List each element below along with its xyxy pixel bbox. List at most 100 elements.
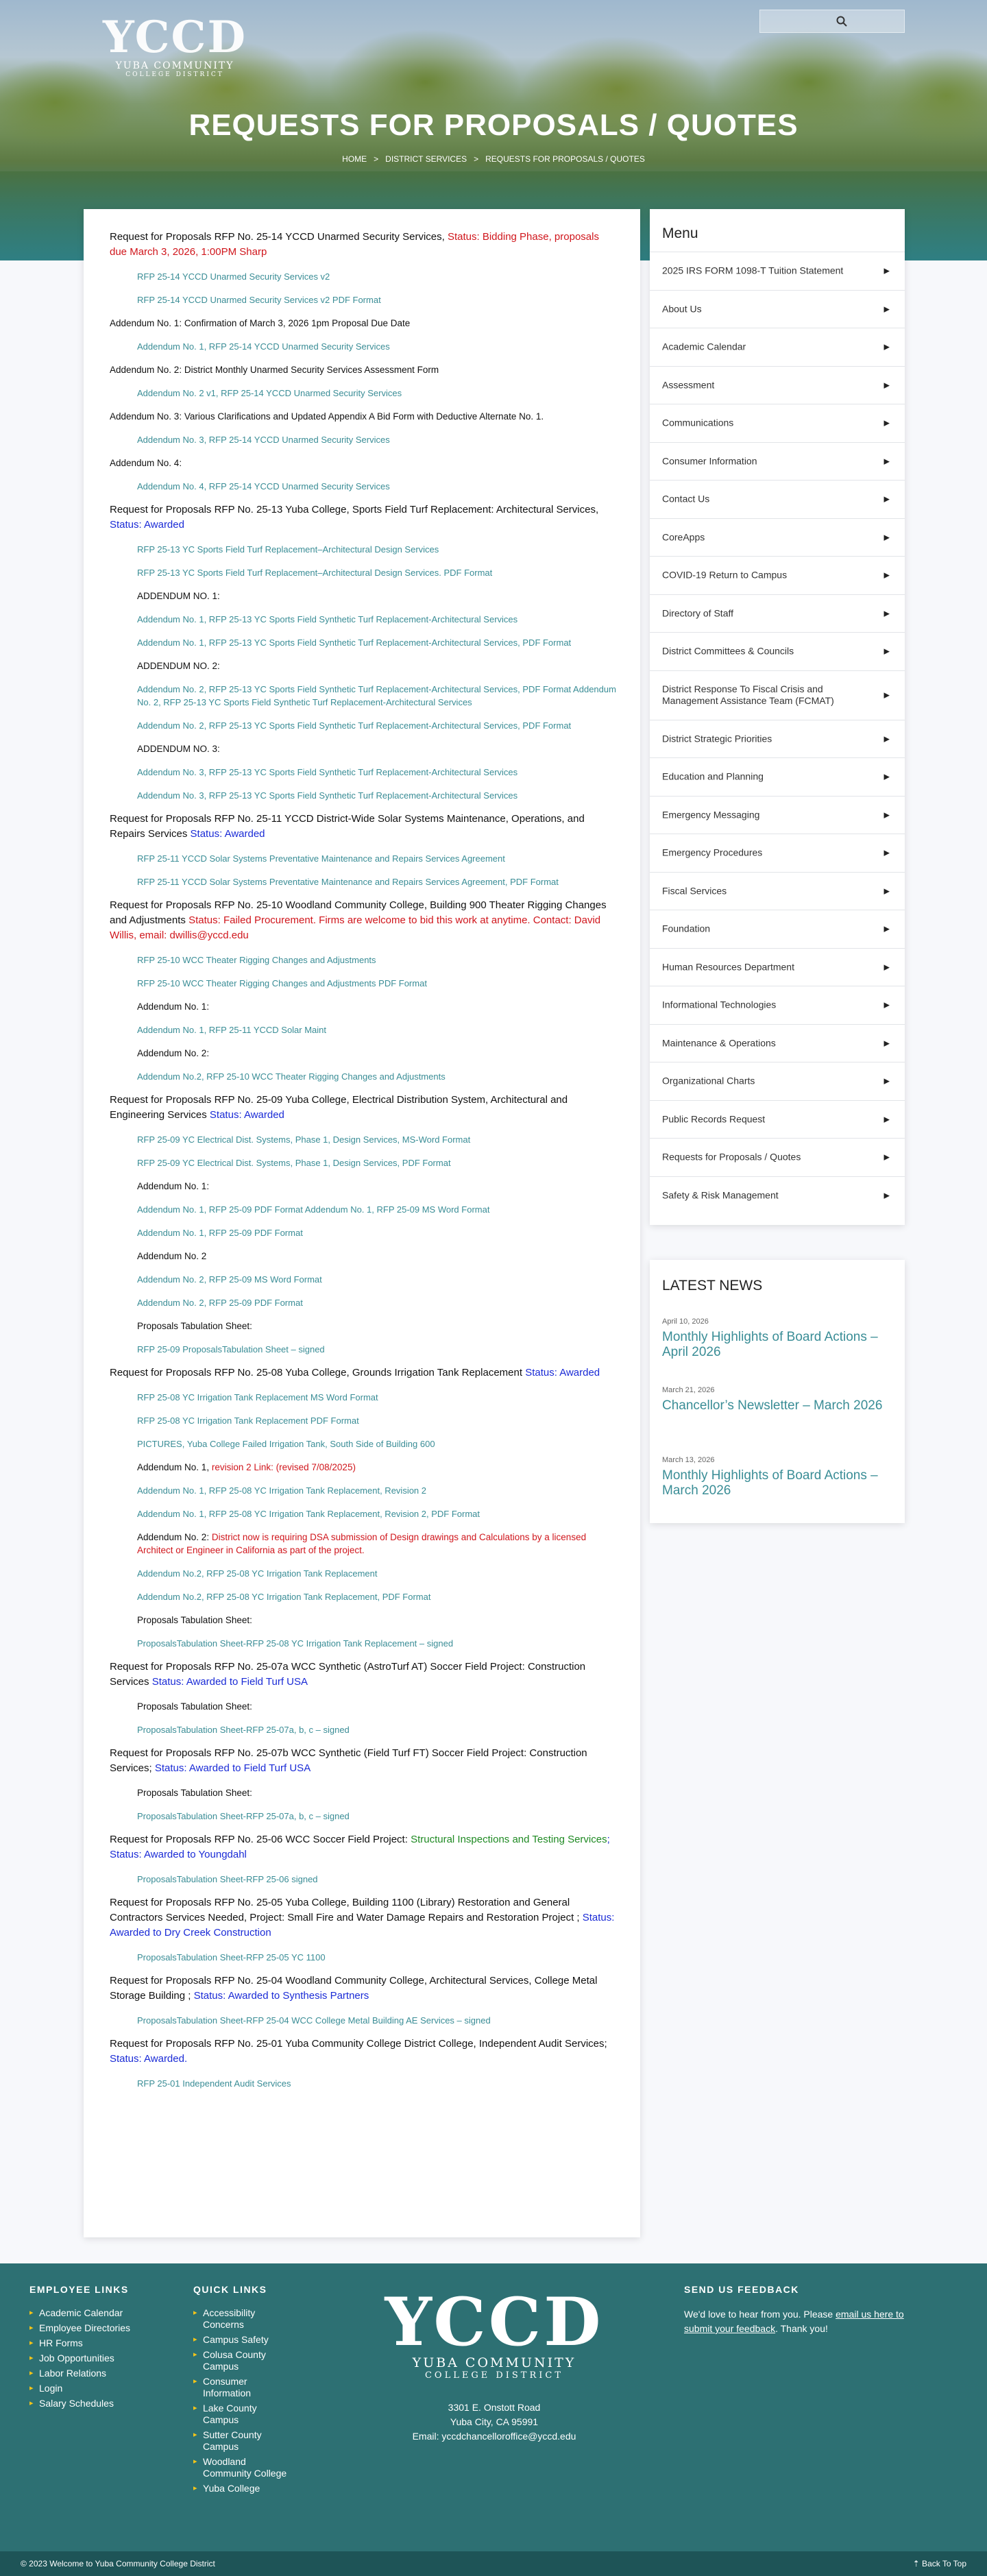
footer-link[interactable]: Employee Directories	[29, 2322, 167, 2334]
breadcrumb-district-services[interactable]: DISTRICT SERVICES	[385, 154, 467, 164]
sidebar-item[interactable]: Human Resources Department ▶	[650, 947, 905, 986]
footer-link[interactable]: Lake County Campus	[193, 2403, 289, 2426]
document-link[interactable]: Addendum No. 2, RFP 25-13 YC Sports Fiel…	[137, 683, 617, 709]
document-link[interactable]: RFP 25-09 ProposalsTabulation Sheet – si…	[137, 1343, 617, 1356]
sidebar-item-label: Foundation	[662, 923, 711, 934]
document-link[interactable]: Addendum No.2, RFP 25-08 YC Irrigation T…	[137, 1567, 617, 1580]
sidebar-item-label: Safety & Risk Management	[662, 1189, 779, 1201]
document-link[interactable]: PICTURES, Yuba College Failed Irrigation…	[137, 1437, 617, 1450]
footer-link[interactable]: Accessibility Concerns	[193, 2307, 289, 2331]
site-logo[interactable]: YCCD YUBA COMMUNITY COLLEGE DISTRICT	[96, 15, 254, 79]
document-link[interactable]: ProposalsTabulation Sheet-RFP 25-08 YC I…	[137, 1637, 617, 1650]
document-link[interactable]: RFP 25-01 Independent Audit Services	[137, 2077, 617, 2090]
sidebar-item[interactable]: Public Records Request ▶	[650, 1099, 905, 1139]
document-link[interactable]: Addendum No. 3, RFP 25-13 YC Sports Fiel…	[137, 766, 617, 779]
news-item[interactable]: March 13, 2026 Monthly Highlights of Boa…	[662, 1456, 895, 1498]
document-link[interactable]: Addendum No. 1, RFP 25-13 YC Sports Fiel…	[137, 613, 617, 626]
sidebar-item[interactable]: Safety & Risk Management ▶	[650, 1176, 905, 1215]
document-link[interactable]: Addendum No. 4, RFP 25-14 YCCD Unarmed S…	[137, 480, 617, 493]
sidebar-item[interactable]: Foundation ▶	[650, 910, 905, 948]
document-link[interactable]: ProposalsTabulation Sheet-RFP 25-07a, b,…	[137, 1810, 617, 1823]
sidebar-item[interactable]: Emergency Procedures ▶	[650, 834, 905, 872]
document-link[interactable]: Addendum No. 2, RFP 25-09 MS Word Format	[137, 1273, 617, 1286]
footer-link[interactable]: Sutter County Campus	[193, 2429, 289, 2453]
document-link[interactable]: RFP 25-13 YC Sports Field Turf Replaceme…	[137, 543, 617, 556]
sidebar-item[interactable]: Directory of Staff ▶	[650, 594, 905, 633]
document-link[interactable]: Addendum No. 2, RFP 25-13 YC Sports Fiel…	[137, 719, 617, 732]
address-email[interactable]: Email: yccdchancelloroffice@yccd.edu	[381, 2429, 607, 2444]
footer-link[interactable]: HR Forms	[29, 2337, 167, 2349]
document-link[interactable]: ProposalsTabulation Sheet-RFP 25-04 WCC …	[137, 2014, 617, 2027]
document-link[interactable]: ProposalsTabulation Sheet-RFP 25-06 sign…	[137, 1873, 617, 1886]
footer-link[interactable]: Login	[29, 2383, 167, 2394]
sidebar-item[interactable]: Contact Us ▶	[650, 480, 905, 518]
search-icon[interactable]	[836, 15, 848, 27]
document-link[interactable]: Addendum No. 3, RFP 25-13 YC Sports Fiel…	[137, 789, 617, 802]
document-link[interactable]: Addendum No. 1, RFP 25-14 YCCD Unarmed S…	[137, 340, 617, 353]
document-link[interactable]: RFP 25-11 YCCD Solar Systems Preventativ…	[137, 852, 617, 865]
sidebar-item[interactable]: Academic Calendar ▶	[650, 328, 905, 366]
document-link[interactable]: Addendum No. 2 v1, RFP 25-14 YCCD Unarme…	[137, 387, 617, 400]
back-to-top-button[interactable]: ⇡ Back To Top	[913, 2559, 966, 2568]
document-link[interactable]: RFP 25-10 WCC Theater Rigging Changes an…	[137, 953, 617, 967]
sidebar-item[interactable]: Fiscal Services ▶	[650, 871, 905, 910]
footer-link[interactable]: Woodland Community College	[193, 2456, 289, 2479]
news-title[interactable]: Monthly Highlights of Board Actions – Ap…	[662, 1330, 895, 1360]
footer-link[interactable]: Colusa County Campus	[193, 2349, 289, 2372]
news-title[interactable]: Chancellor’s Newsletter – March 2026	[662, 1398, 895, 1413]
news-title[interactable]: Monthly Highlights of Board Actions – Ma…	[662, 1468, 895, 1498]
document-link[interactable]: RFP 25-08 YC Irrigation Tank Replacement…	[137, 1391, 617, 1404]
document-link[interactable]: Addendum No. 1, RFP 25-08 YC Irrigation …	[137, 1484, 617, 1497]
document-link[interactable]: Addendum No. 2, RFP 25-09 PDF Format	[137, 1296, 617, 1309]
footer-link[interactable]: Consumer Information	[193, 2376, 289, 2399]
sidebar-item[interactable]: Informational Technologies ▶	[650, 986, 905, 1024]
sidebar-item[interactable]: Consumer Information ▶	[650, 441, 905, 481]
document-link[interactable]: RFP 25-10 WCC Theater Rigging Changes an…	[137, 977, 617, 990]
sidebar-item[interactable]: District Strategic Priorities ▶	[650, 719, 905, 758]
document-link[interactable]: Addendum No. 1, RFP 25-11 YCCD Solar Mai…	[137, 1023, 617, 1036]
sidebar-item[interactable]: Maintenance & Operations ▶	[650, 1023, 905, 1062]
footer-logo[interactable]: YCCD YUBA COMMUNITY COLLEGE DISTRICT	[381, 2289, 607, 2381]
sidebar-item[interactable]: Communications ▶	[650, 404, 905, 442]
document-link[interactable]: RFP 25-14 YCCD Unarmed Security Services…	[137, 270, 617, 283]
sidebar-item[interactable]: About Us ▶	[650, 289, 905, 328]
sidebar-item[interactable]: Assessment ▶	[650, 365, 905, 404]
footer-link[interactable]: Campus Safety	[193, 2334, 289, 2346]
document-link[interactable]: Addendum No. 1, RFP 25-13 YC Sports Fiel…	[137, 636, 617, 649]
document-link[interactable]: Addendum No. 3, RFP 25-14 YCCD Unarmed S…	[137, 433, 617, 446]
document-link[interactable]: RFP 25-08 YC Irrigation Tank Replacement…	[137, 1414, 617, 1427]
search-input[interactable]	[759, 10, 905, 33]
document-link[interactable]: Addendum No. 1, RFP 25-09 PDF Format	[137, 1226, 617, 1239]
sidebar-heading: Menu	[662, 226, 698, 241]
sidebar-item[interactable]: District Committees & Councils ▶	[650, 632, 905, 670]
document-link[interactable]: RFP 25-14 YCCD Unarmed Security Services…	[137, 293, 617, 306]
document-link[interactable]: Addendum No. 1, RFP 25-08 YC Irrigation …	[137, 1507, 617, 1520]
footer-link[interactable]: Yuba College	[193, 2483, 289, 2494]
sidebar-item[interactable]: COVID-19 Return to Campus ▶	[650, 556, 905, 594]
footer-link[interactable]: Academic Calendar	[29, 2307, 167, 2319]
footer-link[interactable]: Labor Relations	[29, 2368, 167, 2379]
document-link[interactable]: Addendum No.2, RFP 25-08 YC Irrigation T…	[137, 1590, 617, 1603]
sidebar-item[interactable]: 2025 IRS FORM 1098-T Tuition Statement ▶	[650, 252, 905, 290]
document-link[interactable]: RFP 25-13 YC Sports Field Turf Replaceme…	[137, 566, 617, 579]
footer-link[interactable]: Salary Schedules	[29, 2398, 167, 2409]
sidebar-item[interactable]: Emergency Messaging ▶	[650, 795, 905, 834]
document-link[interactable]: ProposalsTabulation Sheet-RFP 25-05 YC 1…	[137, 1951, 617, 1964]
news-item[interactable]: March 21, 2026 Chancellor’s Newsletter –…	[662, 1386, 895, 1413]
sidebar-item[interactable]: CoreApps ▶	[650, 518, 905, 557]
sidebar-item[interactable]: Organizational Charts ▶	[650, 1062, 905, 1100]
document-link[interactable]: Addendum No.2, RFP 25-10 WCC Theater Rig…	[137, 1070, 617, 1083]
sidebar-item[interactable]: Education and Planning ▶	[650, 757, 905, 796]
breadcrumb-home[interactable]: HOME	[342, 154, 367, 164]
document-link[interactable]: RFP 25-11 YCCD Solar Systems Preventativ…	[137, 875, 617, 888]
document-link[interactable]: RFP 25-09 YC Electrical Dist. Systems, P…	[137, 1133, 617, 1146]
news-item[interactable]: April 10, 2026 Monthly Highlights of Boa…	[662, 1317, 895, 1360]
addendum-label: Proposals Tabulation Sheet:	[137, 1321, 252, 1331]
sidebar-item[interactable]: District Response To Fiscal Crisis and M…	[650, 670, 905, 720]
sidebar-item[interactable]: Requests for Proposals / Quotes ▶	[650, 1138, 905, 1176]
document-link[interactable]: ProposalsTabulation Sheet-RFP 25-07a, b,…	[137, 1723, 617, 1736]
document-link[interactable]: RFP 25-09 YC Electrical Dist. Systems, P…	[137, 1156, 617, 1169]
footer-link[interactable]: Job Opportunities	[29, 2353, 167, 2364]
document-link[interactable]: Addendum No. 1, RFP 25-09 PDF Format Add…	[137, 1203, 617, 1216]
arrow-right-icon: ▶	[884, 609, 890, 618]
